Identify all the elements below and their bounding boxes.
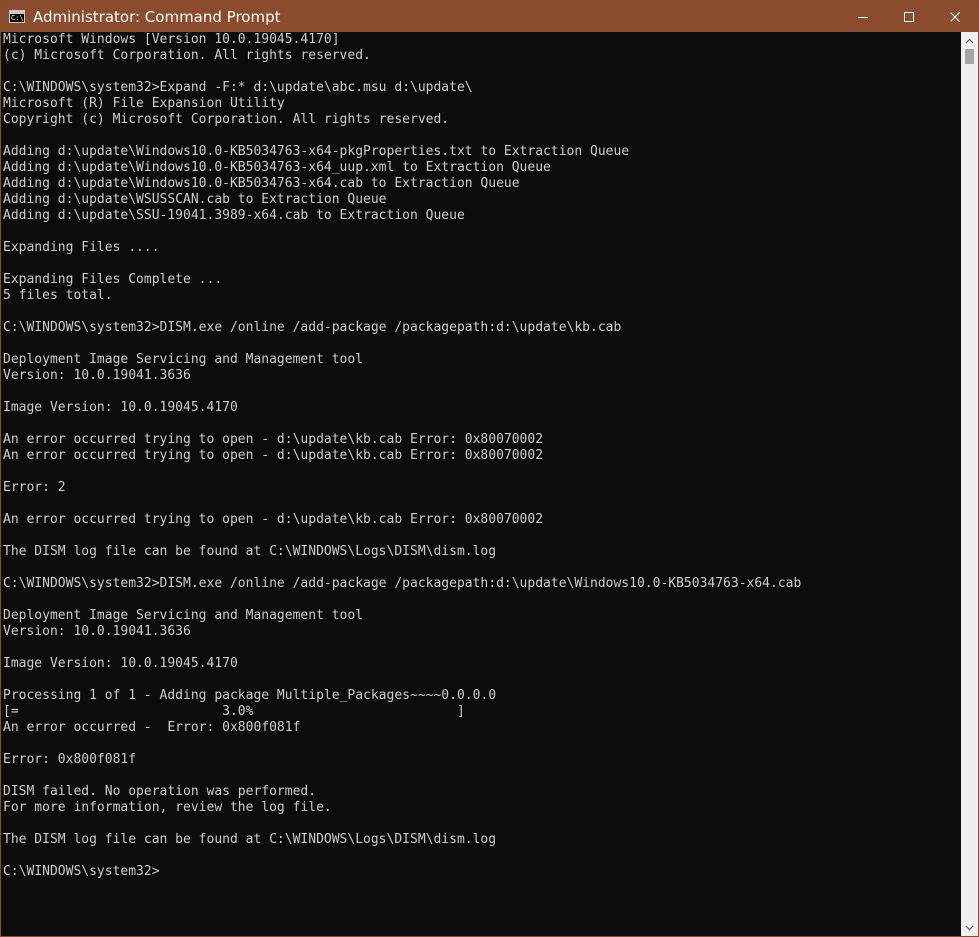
console-line: Image Version: 10.0.19045.4170 xyxy=(3,400,238,415)
console-line: Version: 10.0.19041.3636 xyxy=(3,368,191,383)
close-icon xyxy=(950,11,960,22)
console-line: An error occurred - Error: 0x800f081f xyxy=(3,720,301,735)
console-line: An error occurred trying to open - d:\up… xyxy=(3,448,544,463)
vertical-scrollbar[interactable] xyxy=(961,32,978,936)
console-line: The DISM log file can be found at C:\WIN… xyxy=(3,832,497,847)
console-line: Adding d:\update\Windows10.0-KB5034763-x… xyxy=(3,176,520,191)
window-title: Administrator: Command Prompt xyxy=(33,7,281,26)
console-line: Adding d:\update\Windows10.0-KB5034763-x… xyxy=(3,160,551,175)
console-text: Microsoft Windows [Version 10.0.19045.41… xyxy=(1,32,961,880)
console-line: Error: 2 xyxy=(3,480,66,495)
console-line: (c) Microsoft Corporation. All rights re… xyxy=(3,48,371,63)
console-line: An error occurred trying to open - d:\up… xyxy=(3,432,544,447)
console-line: 5 files total. xyxy=(3,288,113,303)
scroll-down-button[interactable] xyxy=(961,919,978,936)
console-line: Microsoft (R) File Expansion Utility xyxy=(3,96,285,111)
maximize-button[interactable] xyxy=(886,1,932,32)
console-line: Adding d:\update\Windows10.0-KB5034763-x… xyxy=(3,144,630,159)
console-line: For more information, review the log fil… xyxy=(3,800,332,815)
cmd-icon[interactable]: C:\_ xyxy=(9,10,25,23)
console-line: C:\WINDOWS\system32>Expand -F:* d:\updat… xyxy=(3,80,473,95)
console-output[interactable]: Microsoft Windows [Version 10.0.19045.41… xyxy=(1,32,961,936)
minimize-button[interactable] xyxy=(840,1,886,32)
console-line: Microsoft Windows [Version 10.0.19045.41… xyxy=(3,32,340,47)
chevron-up-icon xyxy=(965,38,974,43)
console-line: C:\WINDOWS\system32>DISM.exe /online /ad… xyxy=(3,320,622,335)
console-line: Expanding Files .... xyxy=(3,240,160,255)
console-line: DISM failed. No operation was performed. xyxy=(3,784,317,799)
console-line: Copyright (c) Microsoft Corporation. All… xyxy=(3,112,450,127)
cmd-icon-text: C:\_ xyxy=(11,14,24,22)
console-line: C:\WINDOWS\system32> xyxy=(3,864,160,879)
console-line: Error: 0x800f081f xyxy=(3,752,137,767)
console-line: Adding d:\update\SSU-19041.3989-x64.cab … xyxy=(3,208,465,223)
command-prompt-window: C:\_ Administrator: Command Prompt Micro… xyxy=(0,0,979,937)
close-button[interactable] xyxy=(932,1,978,32)
console-line: Processing 1 of 1 - Adding package Multi… xyxy=(3,688,497,703)
console-line: [= 3.0% ] xyxy=(3,704,465,719)
scroll-up-button[interactable] xyxy=(961,32,978,49)
scroll-thumb[interactable] xyxy=(965,49,974,64)
console-line: The DISM log file can be found at C:\WIN… xyxy=(3,544,497,559)
minimize-icon xyxy=(858,16,868,18)
console-line: C:\WINDOWS\system32>DISM.exe /online /ad… xyxy=(3,576,802,591)
chevron-down-icon xyxy=(965,925,974,930)
console-line: Deployment Image Servicing and Managemen… xyxy=(3,608,364,623)
console-line: Adding d:\update\WSUSSCAN.cab to Extract… xyxy=(3,192,387,207)
console-line: Expanding Files Complete ... xyxy=(3,272,223,287)
console-line: Deployment Image Servicing and Managemen… xyxy=(3,352,364,367)
console-line: An error occurred trying to open - d:\up… xyxy=(3,512,544,527)
console-line: Version: 10.0.19041.3636 xyxy=(3,624,191,639)
console-line: Image Version: 10.0.19045.4170 xyxy=(3,656,238,671)
title-bar[interactable]: C:\_ Administrator: Command Prompt xyxy=(1,1,978,32)
maximize-icon xyxy=(904,11,914,22)
